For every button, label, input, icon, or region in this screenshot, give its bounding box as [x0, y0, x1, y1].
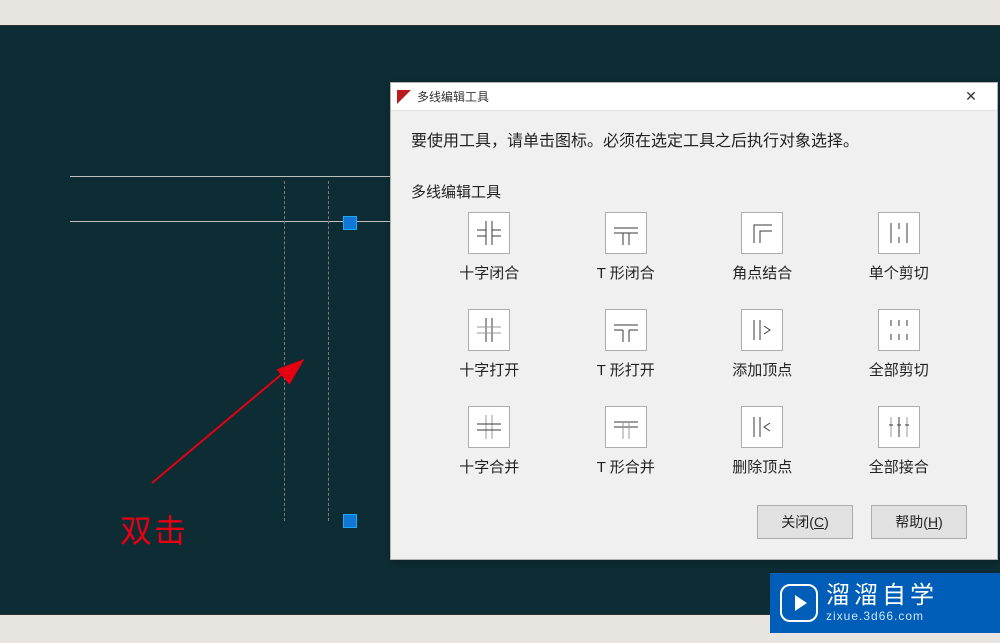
tool-label: 全部接合 [869, 456, 929, 477]
tool-add-vertex[interactable]: 添加顶点 [732, 309, 792, 380]
tool-t-merged[interactable]: T 形合并 [597, 406, 655, 477]
annotation-arrowhead [277, 351, 311, 384]
tool-t-open[interactable]: T 形打开 [597, 309, 655, 380]
tool-label: 角点结合 [732, 262, 792, 283]
tool-label: T 形打开 [597, 359, 655, 380]
tool-corner-joint[interactable]: 角点结合 [732, 212, 792, 283]
dialog-instruction: 要使用工具，请单击图标。必须在选定工具之后执行对象选择。 [411, 127, 977, 151]
delete-vertex-icon [741, 406, 783, 448]
tool-label: 十字闭合 [459, 262, 519, 283]
close-icon[interactable]: ✕ [951, 84, 991, 110]
tool-weld-all[interactable]: 全部接合 [869, 406, 929, 477]
tool-t-closed[interactable]: T 形闭合 [597, 212, 655, 283]
tool-cross-open[interactable]: 十字打开 [459, 309, 519, 380]
close-button[interactable]: 关闭(C) [757, 505, 853, 539]
tool-label: T 形闭合 [597, 262, 655, 283]
mline-left-selected [284, 181, 285, 521]
cross-open-icon [468, 309, 510, 351]
tool-cross-merged[interactable]: 十字合并 [459, 406, 519, 477]
tool-label: T 形合并 [597, 456, 655, 477]
tool-label: 十字合并 [459, 456, 519, 477]
annotation-arrow [151, 370, 286, 484]
section-label: 多线编辑工具 [411, 181, 977, 202]
cross-closed-icon [468, 212, 510, 254]
tool-cross-closed[interactable]: 十字闭合 [459, 212, 519, 283]
t-merged-icon [605, 406, 647, 448]
mline-right-selected [328, 181, 329, 521]
grip-handle[interactable] [343, 514, 357, 528]
weld-all-icon [878, 406, 920, 448]
grip-handle[interactable] [343, 216, 357, 230]
tool-label: 添加顶点 [732, 359, 792, 380]
cut-single-icon [878, 212, 920, 254]
annotation-text: 双击 [120, 506, 188, 552]
tool-grid: 十字闭合 T 形闭合 角点结合 [411, 212, 977, 477]
watermark: 溜溜自学 zixue.3d66.com [770, 573, 1000, 633]
tool-delete-vertex[interactable]: 删除顶点 [732, 406, 792, 477]
tool-label: 单个剪切 [869, 262, 929, 283]
app-icon [397, 90, 411, 104]
mline-top [70, 176, 400, 177]
cross-merged-icon [468, 406, 510, 448]
help-button[interactable]: 帮助(H) [871, 505, 967, 539]
mledit-dialog: 多线编辑工具 ✕ 要使用工具，请单击图标。必须在选定工具之后执行对象选择。 多线… [390, 82, 998, 560]
t-closed-icon [605, 212, 647, 254]
t-open-icon [605, 309, 647, 351]
dialog-titlebar[interactable]: 多线编辑工具 ✕ [391, 83, 997, 111]
dialog-button-row: 关闭(C) 帮助(H) [411, 505, 977, 539]
play-icon [780, 584, 818, 622]
tool-label: 删除顶点 [732, 456, 792, 477]
watermark-title: 溜溜自学 [826, 583, 938, 609]
tool-label: 十字打开 [459, 359, 519, 380]
corner-joint-icon [741, 212, 783, 254]
tool-label: 全部剪切 [869, 359, 929, 380]
tool-cut-all[interactable]: 全部剪切 [869, 309, 929, 380]
add-vertex-icon [741, 309, 783, 351]
dialog-title: 多线编辑工具 [417, 88, 945, 105]
tool-cut-single[interactable]: 单个剪切 [869, 212, 929, 283]
watermark-url: zixue.3d66.com [826, 610, 938, 623]
cut-all-icon [878, 309, 920, 351]
